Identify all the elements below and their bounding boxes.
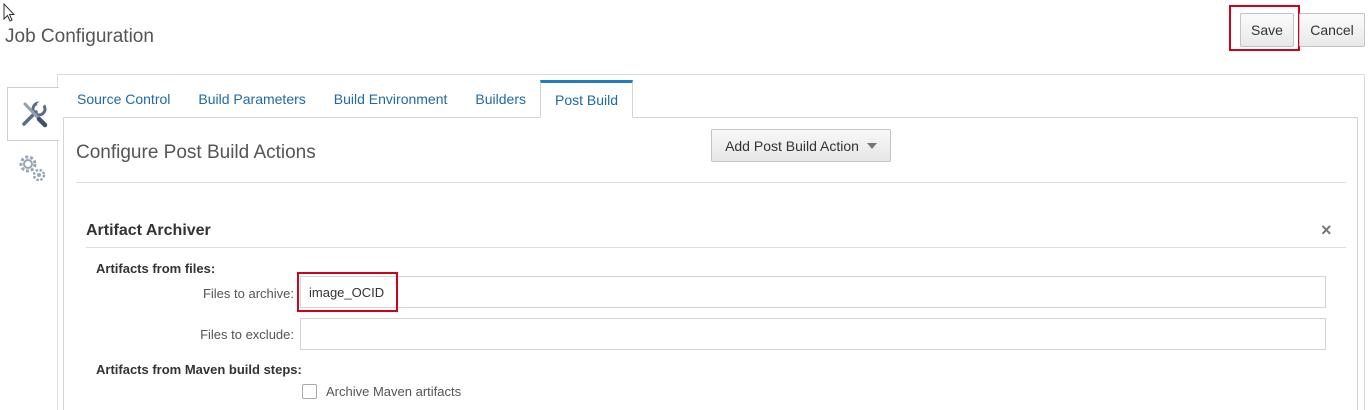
close-icon[interactable]: × [1321,220,1332,241]
divider [86,247,1346,248]
save-button[interactable]: Save [1240,13,1294,47]
tools-icon [21,99,47,128]
mouse-cursor-icon [3,3,16,22]
tab-builders[interactable]: Builders [461,80,540,118]
add-post-build-action-label: Add Post Build Action [725,137,859,154]
artifact-archiver-title: Artifact Archiver [86,222,211,239]
files-to-archive-input[interactable] [300,276,1326,308]
archive-maven-artifacts-checkbox[interactable] [302,384,317,399]
side-tab-configure[interactable] [7,87,59,141]
tab-build-environment[interactable]: Build Environment [320,80,462,118]
files-to-exclude-input[interactable] [300,318,1326,350]
files-to-archive-label: Files to archive: [202,286,294,301]
archive-maven-artifacts-label[interactable]: Archive Maven artifacts [326,384,461,399]
config-tabs: Source Control Build Parameters Build En… [63,80,634,118]
tab-build-parameters[interactable]: Build Parameters [184,80,319,118]
files-group-label: Artifacts from files: [96,261,216,276]
section-title: Configure Post Build Actions [76,142,316,163]
add-post-build-action-button[interactable]: Add Post Build Action [711,129,891,162]
side-tab-settings[interactable] [12,148,52,188]
tab-post-build[interactable]: Post Build [540,80,634,118]
tab-source-control[interactable]: Source Control [63,80,184,118]
maven-group-label: Artifacts from Maven build steps: [96,362,302,377]
gears-icon [19,155,46,182]
divider [76,182,1346,183]
files-to-exclude-label: Files to exclude: [200,327,294,342]
files-to-archive-highlight [297,272,398,312]
cancel-button[interactable]: Cancel [1299,13,1365,47]
caret-down-icon [866,142,877,149]
page: Job Configuration Save Cancel Source Con… [0,0,1370,410]
page-title: Job Configuration [5,26,154,47]
